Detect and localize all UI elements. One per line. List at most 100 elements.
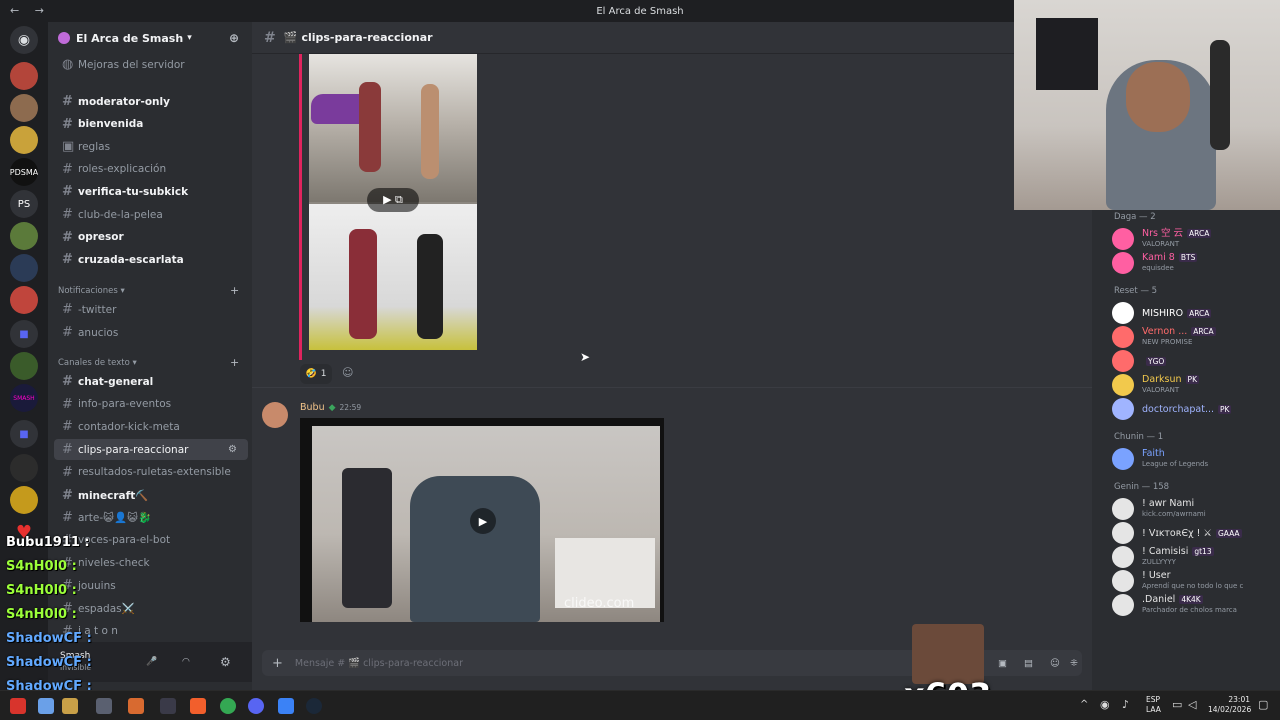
member-activity: League of Legends	[1142, 460, 1209, 468]
server-icon[interactable]	[10, 222, 38, 250]
server-icon[interactable]	[10, 254, 38, 282]
channel-item[interactable]: # resultados-ruletas-extensible	[54, 462, 248, 483]
server-icon[interactable]	[10, 126, 38, 154]
channel-label: roles-explicación	[78, 163, 167, 176]
channel-item[interactable]: # clips-para-reaccionar ⚙	[54, 439, 248, 461]
gif-icon[interactable]: ▣	[998, 658, 1007, 669]
emoji-icon[interactable]: ☺	[1050, 658, 1060, 669]
member-item[interactable]: Kami 8 BTS equisdee	[1112, 250, 1276, 276]
add-reaction-icon[interactable]: ☺	[342, 366, 353, 379]
avatar	[1112, 594, 1134, 616]
start-icon[interactable]	[10, 698, 26, 714]
file-manager-icon[interactable]	[62, 698, 78, 714]
server-icon[interactable]	[10, 94, 38, 122]
discord-icon[interactable]	[248, 698, 264, 714]
add-channel-icon[interactable]: +	[230, 356, 239, 369]
category-text-channels[interactable]: Canales de texto ▾	[58, 358, 137, 368]
channel-item[interactable]: # cruzada-escarlata	[54, 249, 248, 270]
steam-icon[interactable]	[306, 698, 322, 714]
channel-item[interactable]: # info-para-eventos	[54, 394, 248, 415]
explorer-icon[interactable]	[38, 698, 54, 714]
nav-arrows[interactable]: ← →	[10, 4, 50, 17]
member-item[interactable]: .Daniel 4K4K Parchador de cholos marca	[1112, 592, 1276, 618]
channel-item[interactable]: # minecraft⛏️	[54, 485, 248, 506]
channel-item[interactable]: # opresor	[54, 227, 248, 248]
app-icon[interactable]	[160, 698, 176, 714]
webcam-overlay	[1014, 0, 1280, 210]
member-item[interactable]: doctorchapat... PK	[1112, 396, 1276, 422]
category-notifications[interactable]: Notificaciones ▾	[58, 286, 125, 296]
member-badge: BTS	[1178, 253, 1198, 262]
member-badge: ARCA	[1191, 327, 1216, 336]
folder-icon[interactable]: ■	[10, 320, 38, 348]
member-item[interactable]: Darksun PK VALORANT	[1112, 372, 1276, 398]
app-icon[interactable]	[96, 698, 112, 714]
channel-item[interactable]: # -twitter	[54, 299, 248, 320]
server-icon[interactable]	[10, 286, 38, 314]
notification-icon[interactable]: ▢	[1258, 698, 1268, 711]
video-thumbnail[interactable]: ▶ ⧉	[309, 54, 477, 350]
server-icon[interactable]	[10, 486, 38, 514]
server-icon[interactable]: SMASH	[10, 384, 38, 412]
chevron-up-icon[interactable]: ^	[1080, 699, 1088, 710]
member-item[interactable]: Faith League of Legends	[1112, 446, 1276, 472]
server-boosts[interactable]: ◍ Mejoras del servidor	[54, 54, 248, 75]
member-item[interactable]: MISHIRO ARCA	[1112, 300, 1276, 326]
microphone-icon[interactable]: ♪	[1122, 698, 1129, 711]
guild-header[interactable]: El Arca de Smash ▾ ⊕	[48, 22, 252, 54]
channel-item[interactable]: # arte-😺👤😺🐉	[54, 507, 248, 528]
member-text: Vernon ... ARCA NEW PROMISE	[1142, 326, 1216, 348]
member-activity: VALORANT	[1142, 386, 1180, 394]
channel-item[interactable]: # anucios	[54, 322, 248, 343]
language-indicator[interactable]: ESP LAA	[1146, 695, 1161, 715]
add-channel-icon[interactable]: +	[230, 284, 239, 297]
discord-home-icon[interactable]: ◉	[10, 26, 38, 54]
member-name: Vernon ...	[1142, 326, 1188, 337]
app-icon[interactable]	[278, 698, 294, 714]
server-icon[interactable]: PS	[10, 190, 38, 218]
channel-item[interactable]: # roles-explicación	[54, 159, 248, 180]
clock[interactable]: 23:01 14/02/2026	[1208, 695, 1251, 715]
member-item[interactable]: ! Camisisi gt13 ZULLYYYY	[1112, 544, 1276, 570]
message-author[interactable]: Bubu	[300, 402, 325, 413]
server-icon[interactable]	[10, 454, 38, 482]
chrome-icon[interactable]	[220, 698, 236, 714]
play-icon[interactable]: ▶ ⧉	[367, 188, 419, 212]
member-item[interactable]: ! VɪᴋᴛᴏʀЄχ ! ⚔ GAAA	[1112, 520, 1276, 546]
member-name-line: MISHIRO ARCA	[1142, 308, 1212, 319]
channel-item[interactable]: ▣ reglas	[54, 136, 248, 157]
app-icon[interactable]	[128, 698, 144, 714]
network-icon[interactable]: ▭	[1172, 698, 1182, 711]
fighter-shape	[349, 229, 377, 339]
hash-icon: #	[62, 116, 73, 132]
message-time: 22:59	[339, 403, 362, 412]
sticker-icon[interactable]: ▤	[1024, 658, 1033, 669]
play-icon[interactable]: ▶	[470, 508, 496, 534]
add-member-icon[interactable]: ⊕	[229, 31, 239, 45]
video-embed[interactable]: ▶ clideo.com	[300, 418, 664, 622]
brave-icon[interactable]	[190, 698, 206, 714]
member-activity: equisdee	[1142, 264, 1174, 272]
server-icon[interactable]: PDSMA	[10, 158, 38, 186]
member-item[interactable]: Nrs 空 云 ARCA VALORANT	[1112, 226, 1276, 252]
channel-item[interactable]: # moderator-only	[54, 91, 248, 112]
folder-icon[interactable]: ■	[10, 420, 38, 448]
volume-icon[interactable]: ◁	[1188, 698, 1196, 711]
server-icon[interactable]	[10, 62, 38, 90]
taskbar: ^ ◉ ♪ ESP LAA ▭ ◁ 23:01 14/02/2026 ▢	[0, 690, 1280, 720]
member-item[interactable]: YGO	[1112, 348, 1276, 374]
reaction-chip[interactable]: 🤣 1	[300, 364, 332, 384]
gear-icon[interactable]: ⚙	[228, 444, 237, 455]
channel-item[interactable]: # verifica-tu-subkick	[54, 181, 248, 202]
channel-item[interactable]: # club-de-la-pelea	[54, 204, 248, 225]
server-icon[interactable]	[10, 352, 38, 380]
wifi-icon[interactable]: ◉	[1100, 698, 1110, 711]
member-item[interactable]: ! awr Nami kick.com/awrnami	[1112, 496, 1276, 522]
avatar[interactable]	[262, 402, 288, 428]
channel-item[interactable]: # chat-general	[54, 371, 248, 392]
member-item[interactable]: ! User Aprendí que no todo lo que c	[1112, 568, 1276, 594]
apps-icon[interactable]: ⁜	[1070, 658, 1078, 669]
member-item[interactable]: Vernon ... ARCA NEW PROMISE	[1112, 324, 1276, 350]
channel-item[interactable]: # bienvenida	[54, 114, 248, 135]
channel-item[interactable]: # contador-kick-meta	[54, 416, 248, 437]
